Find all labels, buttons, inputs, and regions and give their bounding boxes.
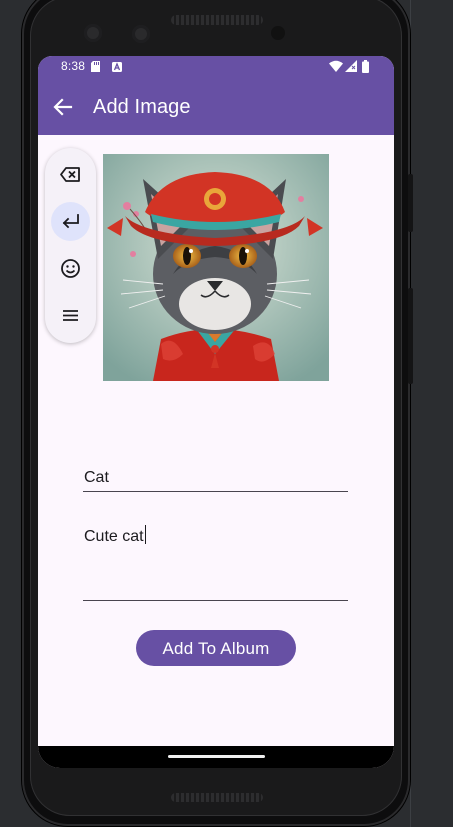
front-camera: [84, 24, 102, 42]
gesture-handle[interactable]: [168, 755, 265, 758]
proximity-sensor: [271, 26, 285, 40]
name-field[interactable]: Cat: [83, 469, 348, 492]
navigation-bar: [38, 746, 394, 768]
keyboard-floating-toolbar: [45, 148, 96, 343]
notification-a-icon: [112, 62, 122, 72]
add-to-album-button[interactable]: Add To Album: [136, 630, 296, 666]
text-cursor: [144, 525, 147, 544]
top-app-bar: Add Image: [38, 78, 394, 135]
volume-button[interactable]: [408, 288, 413, 384]
status-time: 8:38: [61, 59, 86, 73]
enter-button[interactable]: [51, 202, 90, 241]
cat-illustration: [103, 154, 329, 381]
description-field[interactable]: Cute cat: [83, 525, 348, 601]
emoji-icon: [61, 259, 80, 278]
battery-icon: [362, 60, 369, 73]
selected-image[interactable]: [103, 154, 329, 381]
description-input-value: Cute cat: [84, 528, 144, 545]
backspace-button[interactable]: [51, 155, 90, 194]
wifi-icon: [329, 60, 343, 72]
arrow-back-icon[interactable]: [52, 96, 74, 118]
power-button[interactable]: [408, 174, 413, 232]
emoji-button[interactable]: [51, 249, 90, 288]
front-camera-secondary: [132, 25, 150, 43]
name-input-value: Cat: [84, 469, 109, 486]
menu-button[interactable]: [51, 296, 90, 335]
status-bar: 8:38: [38, 56, 394, 78]
bottom-speaker: [171, 793, 263, 802]
page-title: Add Image: [93, 96, 191, 118]
earpiece-speaker: [171, 15, 263, 25]
enter-icon: [62, 214, 79, 229]
emulator-divider: [410, 0, 411, 827]
backspace-icon: [60, 167, 80, 182]
description-input-text: Cute cat: [84, 525, 147, 546]
sd-card-icon: [91, 61, 100, 72]
signal-icon: [345, 60, 357, 72]
menu-icon: [63, 310, 78, 321]
